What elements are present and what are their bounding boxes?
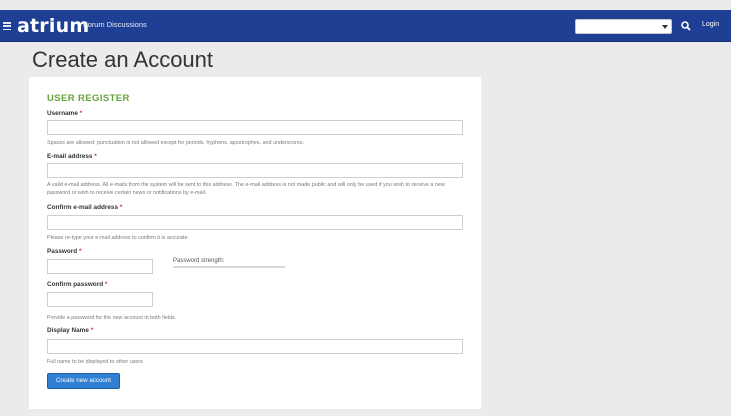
required-marker: * xyxy=(119,204,123,211)
email-input[interactable] xyxy=(47,163,463,178)
email-description: A valid e-mail address. All e-mails from… xyxy=(47,182,445,196)
create-account-button[interactable]: Create new account xyxy=(47,373,120,389)
password-input[interactable] xyxy=(47,259,153,274)
password-strength-label: Password strength: xyxy=(173,258,225,264)
display-name-input[interactable] xyxy=(47,339,463,354)
required-marker: * xyxy=(90,327,94,334)
top-navbar: atrium Forum Discussions Login xyxy=(0,10,731,42)
username-label: Username * xyxy=(47,110,83,117)
space-select-dropdown[interactable] xyxy=(575,19,672,34)
confirm-email-description: Please re-type your e-mail address to co… xyxy=(47,235,190,241)
display-name-description: Full name to be displayed to other users xyxy=(47,359,143,365)
required-marker: * xyxy=(78,248,82,255)
confirm-email-label: Confirm e-mail address * xyxy=(47,204,123,211)
confirm-password-input[interactable] xyxy=(47,292,153,307)
confirm-email-input[interactable] xyxy=(47,215,463,230)
atrium-logo[interactable]: atrium xyxy=(17,15,89,37)
confirm-password-description: Provide a password for the new account i… xyxy=(47,315,177,321)
required-marker: * xyxy=(79,110,83,117)
page-title: Create an Account xyxy=(32,47,214,72)
username-input[interactable] xyxy=(47,120,463,135)
login-link[interactable]: Login xyxy=(702,21,719,28)
display-name-label: Display Name * xyxy=(47,327,94,334)
confirm-password-label: Confirm password * xyxy=(47,281,108,288)
email-label: E-mail address * xyxy=(47,153,97,160)
nav-forum-discussions[interactable]: Forum Discussions xyxy=(83,20,147,29)
search-icon[interactable] xyxy=(680,20,692,32)
hamburger-icon[interactable] xyxy=(3,22,11,31)
register-form-card: USER REGISTER Username * Spaces are allo… xyxy=(29,77,481,409)
username-description: Spaces are allowed; punctuation is not a… xyxy=(47,140,305,146)
required-marker: * xyxy=(94,153,97,160)
password-strength-bar xyxy=(173,266,285,268)
password-label: Password * xyxy=(47,248,82,255)
required-marker: * xyxy=(104,281,108,288)
section-title: USER REGISTER xyxy=(47,93,130,104)
caret-down-icon xyxy=(662,25,668,29)
